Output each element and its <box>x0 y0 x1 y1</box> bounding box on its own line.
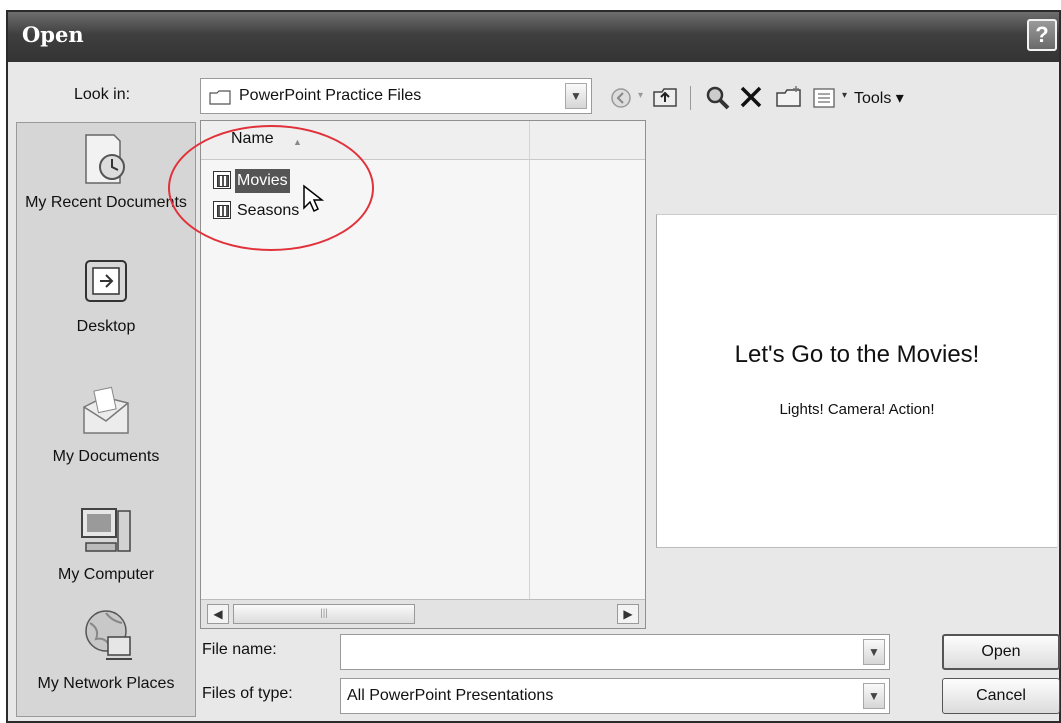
place-desktop[interactable]: Desktop <box>17 255 195 338</box>
chevron-down-icon[interactable]: ▼ <box>863 639 885 665</box>
chevron-down-icon[interactable]: ▼ <box>565 83 587 109</box>
file-type-select[interactable]: All PowerPoint Presentations ▼ <box>340 678 890 714</box>
place-label: My Recent Documents <box>25 194 187 211</box>
horizontal-scrollbar[interactable]: ◀ ||| ▶ <box>201 599 645 628</box>
back-icon[interactable] <box>608 84 634 112</box>
place-my-documents[interactable]: My Documents <box>17 385 195 468</box>
file-name: Movies <box>235 169 290 193</box>
folder-icon <box>209 90 231 105</box>
views-dropdown-icon[interactable]: ▾ <box>842 90 847 118</box>
column-divider <box>529 121 530 621</box>
place-label: My Documents <box>52 448 160 465</box>
search-web-icon[interactable] <box>704 84 732 112</box>
mouse-cursor-icon <box>303 184 324 213</box>
file-name-label: File name: <box>202 641 277 658</box>
new-folder-icon[interactable] <box>774 84 804 112</box>
file-name: Seasons <box>237 202 300 219</box>
scroll-right-icon[interactable]: ▶ <box>617 604 639 624</box>
place-network-places[interactable]: My Network Places <box>17 607 195 696</box>
file-type-label: Files of type: <box>202 685 293 702</box>
file-type-value: All PowerPoint Presentations <box>347 687 554 704</box>
delete-icon[interactable] <box>738 84 766 112</box>
name-column-header[interactable]: Name ▲ <box>201 121 645 160</box>
presentation-file-icon <box>213 201 231 219</box>
place-label: Desktop <box>76 318 136 335</box>
help-button[interactable]: ? <box>1027 19 1057 51</box>
network-places-icon <box>85 610 132 660</box>
desktop-icon <box>85 260 127 302</box>
title-bar[interactable]: Open ? <box>8 12 1059 62</box>
recent-documents-icon <box>85 134 125 184</box>
place-my-computer[interactable]: My Computer <box>17 503 195 586</box>
file-list[interactable]: Name ▲ Movies Seasons ◀ ||| ▶ <box>200 120 646 629</box>
open-dialog: Open ? Look in: PowerPoint Practice File… <box>6 10 1061 723</box>
up-folder-icon[interactable] <box>652 84 680 112</box>
place-recent-documents[interactable]: My Recent Documents <box>17 131 195 214</box>
my-computer-icon <box>81 508 131 552</box>
file-name-field[interactable]: ▼ <box>340 634 890 670</box>
views-icon[interactable] <box>812 84 838 112</box>
preview-pane: Let's Go to the Movies! Lights! Camera! … <box>656 214 1057 548</box>
dialog-title: Open <box>22 22 84 47</box>
scroll-left-icon[interactable]: ◀ <box>207 604 229 624</box>
look-in-value: PowerPoint Practice Files <box>239 87 422 104</box>
preview-title: Let's Go to the Movies! <box>734 341 980 368</box>
presentation-file-icon <box>213 171 231 189</box>
my-documents-icon <box>83 386 129 434</box>
chevron-down-icon[interactable]: ▼ <box>863 683 885 709</box>
place-label: My Network Places <box>37 675 175 692</box>
place-label: My Computer <box>57 566 155 583</box>
look-in-combo[interactable]: PowerPoint Practice Files ▼ <box>200 78 592 114</box>
scrollbar-thumb[interactable]: ||| <box>233 604 415 624</box>
back-dropdown-icon[interactable]: ▾ <box>638 90 643 118</box>
toolbar-separator <box>690 86 691 110</box>
sort-ascending-icon: ▲ <box>293 137 302 147</box>
look-in-label: Look in: <box>74 86 131 103</box>
preview-subtitle: Lights! Camera! Action! <box>779 401 935 418</box>
cancel-button[interactable]: Cancel <box>942 678 1060 714</box>
places-bar: My Recent Documents Desktop My Documents <box>16 122 196 717</box>
column-header-label: Name <box>231 130 274 147</box>
open-button[interactable]: Open <box>942 634 1060 670</box>
tools-menu[interactable]: Tools ▾ <box>854 88 904 116</box>
